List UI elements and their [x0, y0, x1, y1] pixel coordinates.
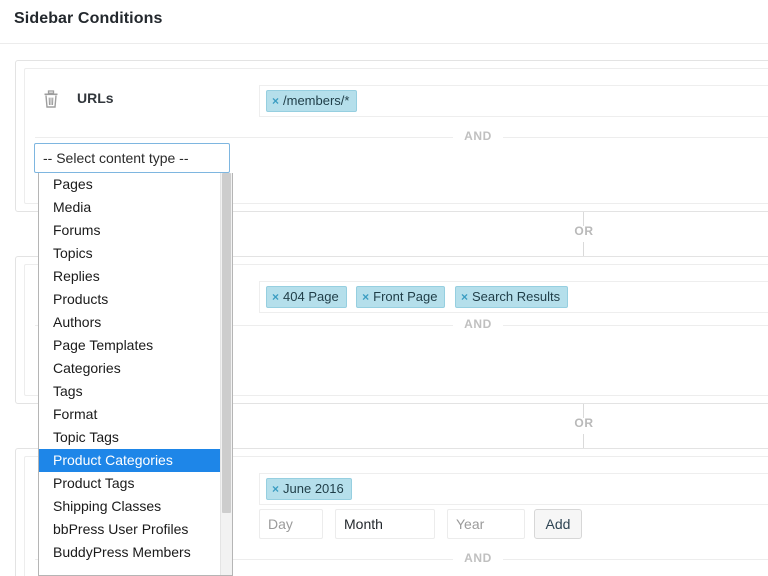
content-type-option[interactable]: Authors — [39, 311, 232, 334]
content-type-option[interactable]: Tags — [39, 380, 232, 403]
chip-label: /members/* — [283, 93, 350, 108]
day-input[interactable] — [259, 509, 323, 539]
content-type-option[interactable]: Pages — [39, 173, 232, 196]
title-divider — [0, 43, 768, 44]
and-label: AND — [464, 317, 492, 331]
content-type-option-list[interactable]: Pages Media Forums Topics Replies Products Aut… — [38, 173, 233, 576]
dropdown-scrollbar-thumb[interactable] — [222, 173, 231, 513]
condition-row-urls: URLs × /members/* — [25, 85, 768, 117]
content-type-option[interactable]: Topics — [39, 242, 232, 265]
content-type-select[interactable]: -- Select content type -- Pages Media Foru… — [34, 143, 233, 576]
chip-remove-icon[interactable]: × — [272, 94, 279, 108]
sidebar-conditions-page: Sidebar Conditions URLs × /members/* AND… — [0, 0, 768, 576]
content-type-option[interactable]: BuddyPress Members — [39, 541, 232, 564]
chip-remove-icon[interactable]: × — [362, 290, 369, 304]
and-label: AND — [464, 129, 492, 143]
chip-label: June 2016 — [283, 481, 344, 496]
content-type-option[interactable]: Products — [39, 288, 232, 311]
urls-token-field[interactable]: × /members/* — [259, 85, 768, 117]
trash-icon[interactable] — [42, 89, 60, 109]
content-type-option[interactable]: Format — [39, 403, 232, 426]
or-label: OR — [574, 416, 594, 430]
and-line-right — [503, 137, 768, 138]
chip-label: Search Results — [471, 289, 561, 304]
and-line-left — [35, 137, 453, 138]
chip-page-type[interactable]: × Front Page — [356, 286, 446, 308]
chip-remove-icon[interactable]: × — [272, 290, 279, 304]
and-line-right — [503, 325, 768, 326]
page-title: Sidebar Conditions — [14, 10, 163, 27]
content-type-option[interactable]: Shipping Classes — [39, 495, 232, 518]
add-date-button[interactable]: Add — [534, 509, 582, 539]
content-type-option[interactable]: Topic Tags — [39, 426, 232, 449]
condition-type-label: URLs — [77, 90, 114, 106]
content-type-select-value[interactable]: -- Select content type -- — [34, 143, 230, 173]
content-type-option[interactable]: Page Templates — [39, 334, 232, 357]
or-connector-bottom — [583, 434, 584, 448]
content-type-option[interactable]: Replies — [39, 265, 232, 288]
month-select[interactable]: Month — [335, 509, 435, 539]
or-connector-bottom — [583, 242, 584, 256]
content-type-option[interactable]: Product Tags — [39, 472, 232, 495]
content-type-option[interactable]: Product Categories — [39, 449, 232, 472]
chip-page-type[interactable]: × Search Results — [454, 286, 569, 308]
content-type-option[interactable]: Forums — [39, 219, 232, 242]
content-type-option[interactable]: bbPress User Profiles — [39, 518, 232, 541]
dates-token-field[interactable]: × June 2016 — [259, 473, 768, 505]
chip-label: 404 Page — [283, 289, 339, 304]
dropdown-scrollbar[interactable] — [220, 173, 232, 575]
chip-date[interactable]: × June 2016 — [266, 478, 352, 500]
content-type-option[interactable]: Categories — [39, 357, 232, 380]
chip-page-type[interactable]: × 404 Page — [266, 286, 347, 308]
chip-remove-icon[interactable]: × — [461, 290, 468, 304]
chip-label: Front Page — [373, 289, 438, 304]
page-types-token-field[interactable]: × 404 Page × Front Page × Search Results — [259, 281, 768, 313]
chip-remove-icon[interactable]: × — [272, 482, 279, 496]
and-label: AND — [464, 551, 492, 565]
year-input[interactable] — [447, 509, 525, 539]
content-type-option[interactable]: Media — [39, 196, 232, 219]
and-line-right — [503, 559, 768, 560]
chip-url[interactable]: × /members/* — [266, 90, 358, 112]
or-label: OR — [574, 224, 594, 238]
